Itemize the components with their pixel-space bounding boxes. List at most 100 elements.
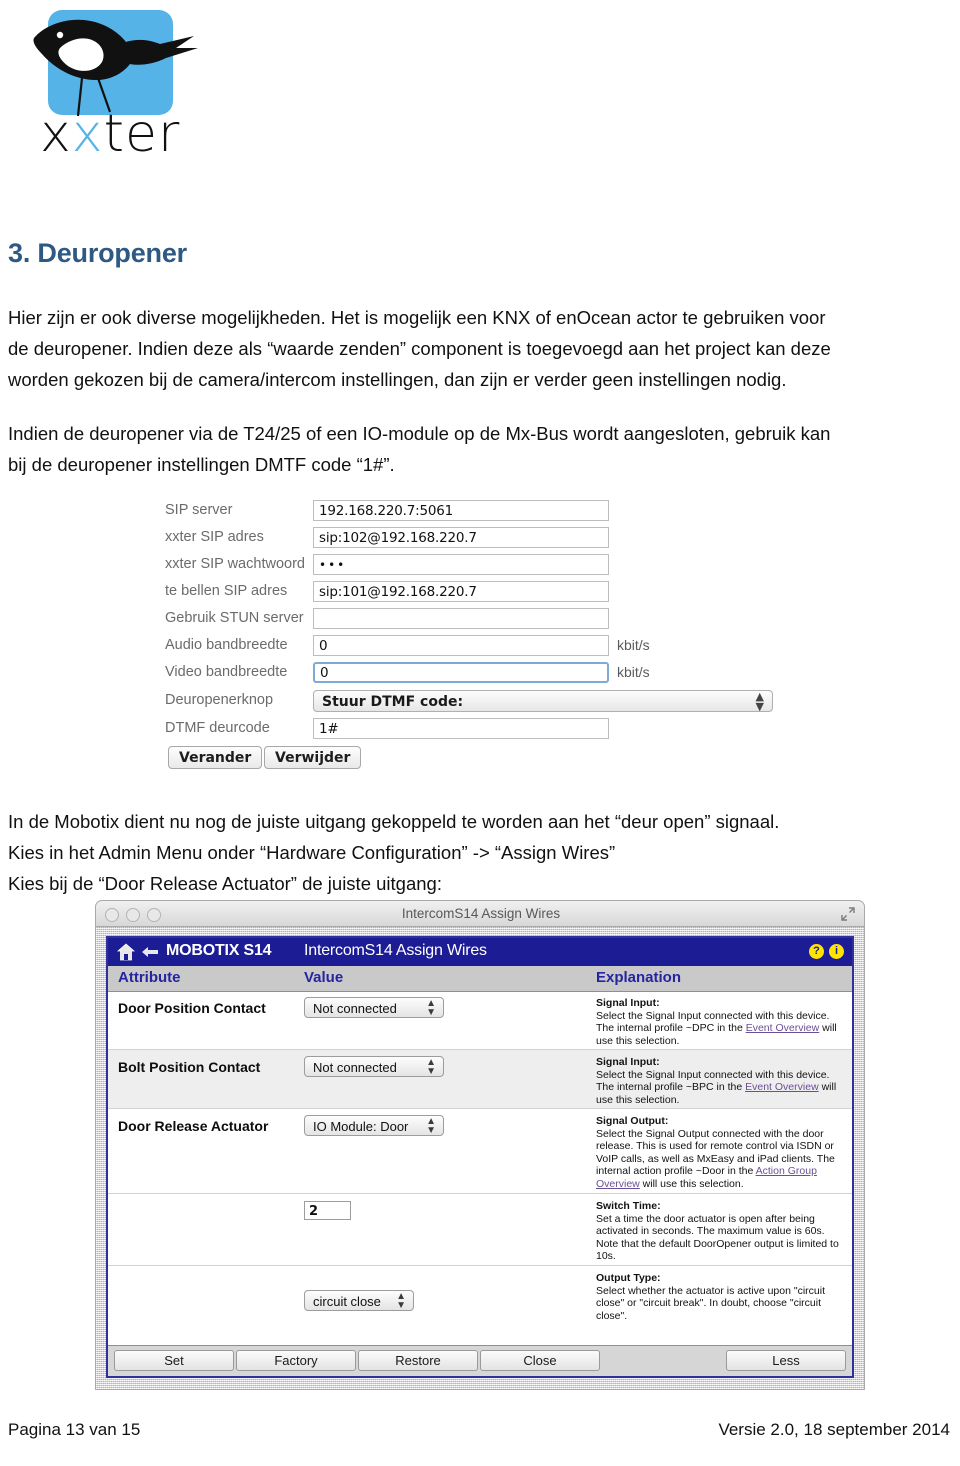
paragraph-intro: Hier zijn er ook diverse mogelijkheden. … bbox=[8, 302, 948, 395]
xxter-logo: xxter bbox=[18, 8, 199, 168]
sip-label-audio: Audio bandbreedte bbox=[165, 637, 288, 653]
dropdown-selected-value: circuit close bbox=[313, 1294, 381, 1309]
sip-doorbutton-select[interactable]: Stuur DTMF code: ▲ ▼ bbox=[313, 690, 773, 712]
dropdown-selected-value: Not connected bbox=[313, 1001, 397, 1016]
paragraph-mobotix-line3: Kies bij de “Door Release Actuator” de j… bbox=[8, 873, 442, 894]
row-explanation: Signal Input: Select the Signal Input co… bbox=[596, 1056, 844, 1106]
sip-audio-unit: kbit/s bbox=[617, 637, 650, 653]
info-icon[interactable]: i bbox=[829, 944, 844, 959]
dropdown-selected-value: Not connected bbox=[313, 1060, 397, 1075]
window-title: IntercomS14 Assign Wires bbox=[401, 906, 561, 921]
mobotix-navbar: MOBOTIX S14 IntercomS14 Assign Wires ? i bbox=[108, 938, 852, 966]
mobotix-page-label: IntercomS14 Assign Wires bbox=[304, 942, 487, 959]
explanation-title: Signal Output: bbox=[596, 1115, 669, 1127]
set-button[interactable]: Set bbox=[114, 1350, 234, 1371]
paragraph-dmtf: Indien de deuropener via de T24/25 of ee… bbox=[8, 418, 948, 480]
row-explanation: Signal Input: Select the Signal Input co… bbox=[596, 997, 844, 1047]
row-explanation: Signal Output: Select the Signal Output … bbox=[596, 1115, 844, 1191]
window-chrome-background: MOBOTIX S14 IntercomS14 Assign Wires ? i… bbox=[95, 927, 865, 1390]
logo-wordmark: xxter bbox=[40, 108, 180, 160]
row-value-cell: Not connected ▲ ▼ bbox=[304, 1056, 444, 1077]
row-attribute-label: Bolt Position Contact bbox=[118, 1059, 261, 1075]
sip-row-password: xxter SIP wachtwoord ••• bbox=[165, 554, 790, 579]
explanation-text-b: will use this selection. bbox=[639, 1177, 744, 1190]
logo-x2: x bbox=[71, 104, 104, 164]
sip-row-callee: te bellen SIP adres sip:101@192.168.220.… bbox=[165, 581, 790, 606]
row-value-cell: circuit close ▲ ▼ bbox=[304, 1290, 414, 1311]
sip-row-doorbutton: Deuropenerknop Stuur DTMF code: ▲ ▼ bbox=[165, 690, 790, 715]
sip-label-callee: te bellen SIP adres bbox=[165, 583, 288, 599]
output-type-dropdown[interactable]: circuit close ▲ ▼ bbox=[304, 1290, 414, 1311]
event-overview-link[interactable]: Event Overview bbox=[745, 1081, 819, 1093]
sip-button-row: Verander Verwijder bbox=[165, 746, 790, 771]
door-position-contact-dropdown[interactable]: Not connected ▲ ▼ bbox=[304, 997, 444, 1018]
window-titlebar: IntercomS14 Assign Wires bbox=[95, 900, 865, 927]
row-value-cell: 2 bbox=[304, 1201, 351, 1220]
help-icon[interactable]: ? bbox=[809, 944, 824, 959]
row-value-cell: IO Module: Door ▲ ▼ bbox=[304, 1115, 444, 1136]
row-value-cell: Not connected ▲ ▼ bbox=[304, 997, 444, 1018]
footer-version: Versie 2.0, 18 september 2014 bbox=[718, 1420, 950, 1439]
table-row: Door Position Contact Not connected ▲ ▼ S… bbox=[108, 991, 852, 1050]
sip-label-doorbutton: Deuropenerknop bbox=[165, 692, 274, 708]
sip-label-dtmf: DTMF deurcode bbox=[165, 720, 270, 736]
sip-password-input[interactable]: ••• bbox=[313, 554, 609, 575]
sip-row-server: SIP server 192.168.220.7:5061 bbox=[165, 500, 790, 525]
table-row: Bolt Position Contact Not connected ▲ ▼ S… bbox=[108, 1050, 852, 1109]
row-explanation: Output Type: Select whether the actuator… bbox=[596, 1272, 844, 1322]
sip-row-stun: Gebruik STUN server bbox=[165, 608, 790, 633]
column-header-attribute: Attribute bbox=[118, 969, 181, 986]
logo-ter: ter bbox=[103, 104, 181, 164]
restore-button[interactable]: Restore bbox=[358, 1350, 478, 1371]
table-row: 2 Switch Time: Set a time the door actua… bbox=[108, 1194, 852, 1266]
sip-callee-input[interactable]: sip:101@192.168.220.7 bbox=[313, 581, 609, 602]
paragraph-mobotix: In de Mobotix dient nu nog de juiste uit… bbox=[8, 806, 948, 899]
row-attribute-label: Door Release Actuator bbox=[118, 1118, 269, 1134]
help-info-icons: ? i bbox=[809, 944, 844, 959]
switch-time-input[interactable]: 2 bbox=[304, 1201, 351, 1220]
sip-settings-screenshot: SIP server 192.168.220.7:5061 xxter SIP … bbox=[165, 500, 790, 770]
sip-video-input[interactable]: 0 bbox=[313, 662, 609, 683]
door-release-actuator-dropdown[interactable]: IO Module: Door ▲ ▼ bbox=[304, 1115, 444, 1136]
sip-row-video: Video bandbreedte 0 kbit/s bbox=[165, 662, 790, 687]
sip-label-server: SIP server bbox=[165, 502, 233, 518]
sip-server-input[interactable]: 192.168.220.7:5061 bbox=[313, 500, 609, 521]
paragraph-intro-line2: de deuropener. Indien deze als “waarde z… bbox=[8, 338, 831, 359]
explanation-title: Output Type: bbox=[596, 1272, 661, 1284]
explanation-title: Switch Time: bbox=[596, 1200, 661, 1212]
table-header-row: Attribute Value Explanation bbox=[108, 966, 852, 992]
sip-row-address: xxter SIP adres sip:102@192.168.220.7 bbox=[165, 527, 790, 552]
sip-label-password: xxter SIP wachtwoord bbox=[165, 556, 305, 572]
explanation-text-a: Select whether the actuator is active up… bbox=[596, 1284, 826, 1322]
sip-dtmf-input[interactable]: 1# bbox=[313, 718, 609, 739]
sip-row-audio: Audio bandbreedte 0 kbit/s bbox=[165, 635, 790, 660]
mobotix-brand-label: MOBOTIX S14 bbox=[166, 942, 272, 959]
paragraph-mobotix-line2: Kies in het Admin Menu onder “Hardware C… bbox=[8, 842, 616, 863]
table-row: circuit close ▲ ▼ Output Type: Select whe… bbox=[108, 1266, 852, 1342]
fullscreen-icon[interactable] bbox=[840, 906, 856, 922]
sip-stun-input[interactable] bbox=[313, 608, 609, 629]
sip-label-stun: Gebruik STUN server bbox=[165, 610, 304, 626]
sip-video-unit: kbit/s bbox=[617, 664, 650, 680]
bolt-position-contact-dropdown[interactable]: Not connected ▲ ▼ bbox=[304, 1056, 444, 1077]
factory-button[interactable]: Factory bbox=[236, 1350, 356, 1371]
mobotix-assign-wires-screenshot: IntercomS14 Assign Wires MOBOTIX S14 Int… bbox=[95, 900, 865, 1390]
sip-audio-input[interactable]: 0 bbox=[313, 635, 609, 656]
sip-address-input[interactable]: sip:102@192.168.220.7 bbox=[313, 527, 609, 548]
verwijder-button[interactable]: Verwijder bbox=[264, 746, 362, 769]
stepper-arrows-icon: ▲ ▼ bbox=[426, 1116, 436, 1136]
column-header-value: Value bbox=[304, 969, 344, 986]
event-overview-link[interactable]: Event Overview bbox=[746, 1022, 820, 1034]
footer-page-number: Pagina 13 van 15 bbox=[8, 1420, 141, 1439]
less-button[interactable]: Less bbox=[726, 1350, 846, 1371]
stepper-arrows-icon: ▲ ▼ bbox=[426, 998, 436, 1018]
table-row: Door Release Actuator IO Module: Door ▲ ▼… bbox=[108, 1109, 852, 1194]
back-arrow-icon[interactable] bbox=[141, 944, 159, 960]
verander-button[interactable]: Verander bbox=[168, 746, 263, 769]
paragraph-dmtf-line2: bij de deuropener instellingen DMTF code… bbox=[8, 454, 395, 475]
page-title: 3. Deuropener bbox=[8, 238, 187, 268]
paragraph-dmtf-line1: Indien de deuropener via de T24/25 of ee… bbox=[8, 423, 831, 444]
home-icon[interactable] bbox=[116, 942, 136, 962]
close-button[interactable]: Close bbox=[480, 1350, 600, 1371]
mobotix-footer-toolbar: Set Factory Restore Close Less bbox=[108, 1345, 852, 1376]
